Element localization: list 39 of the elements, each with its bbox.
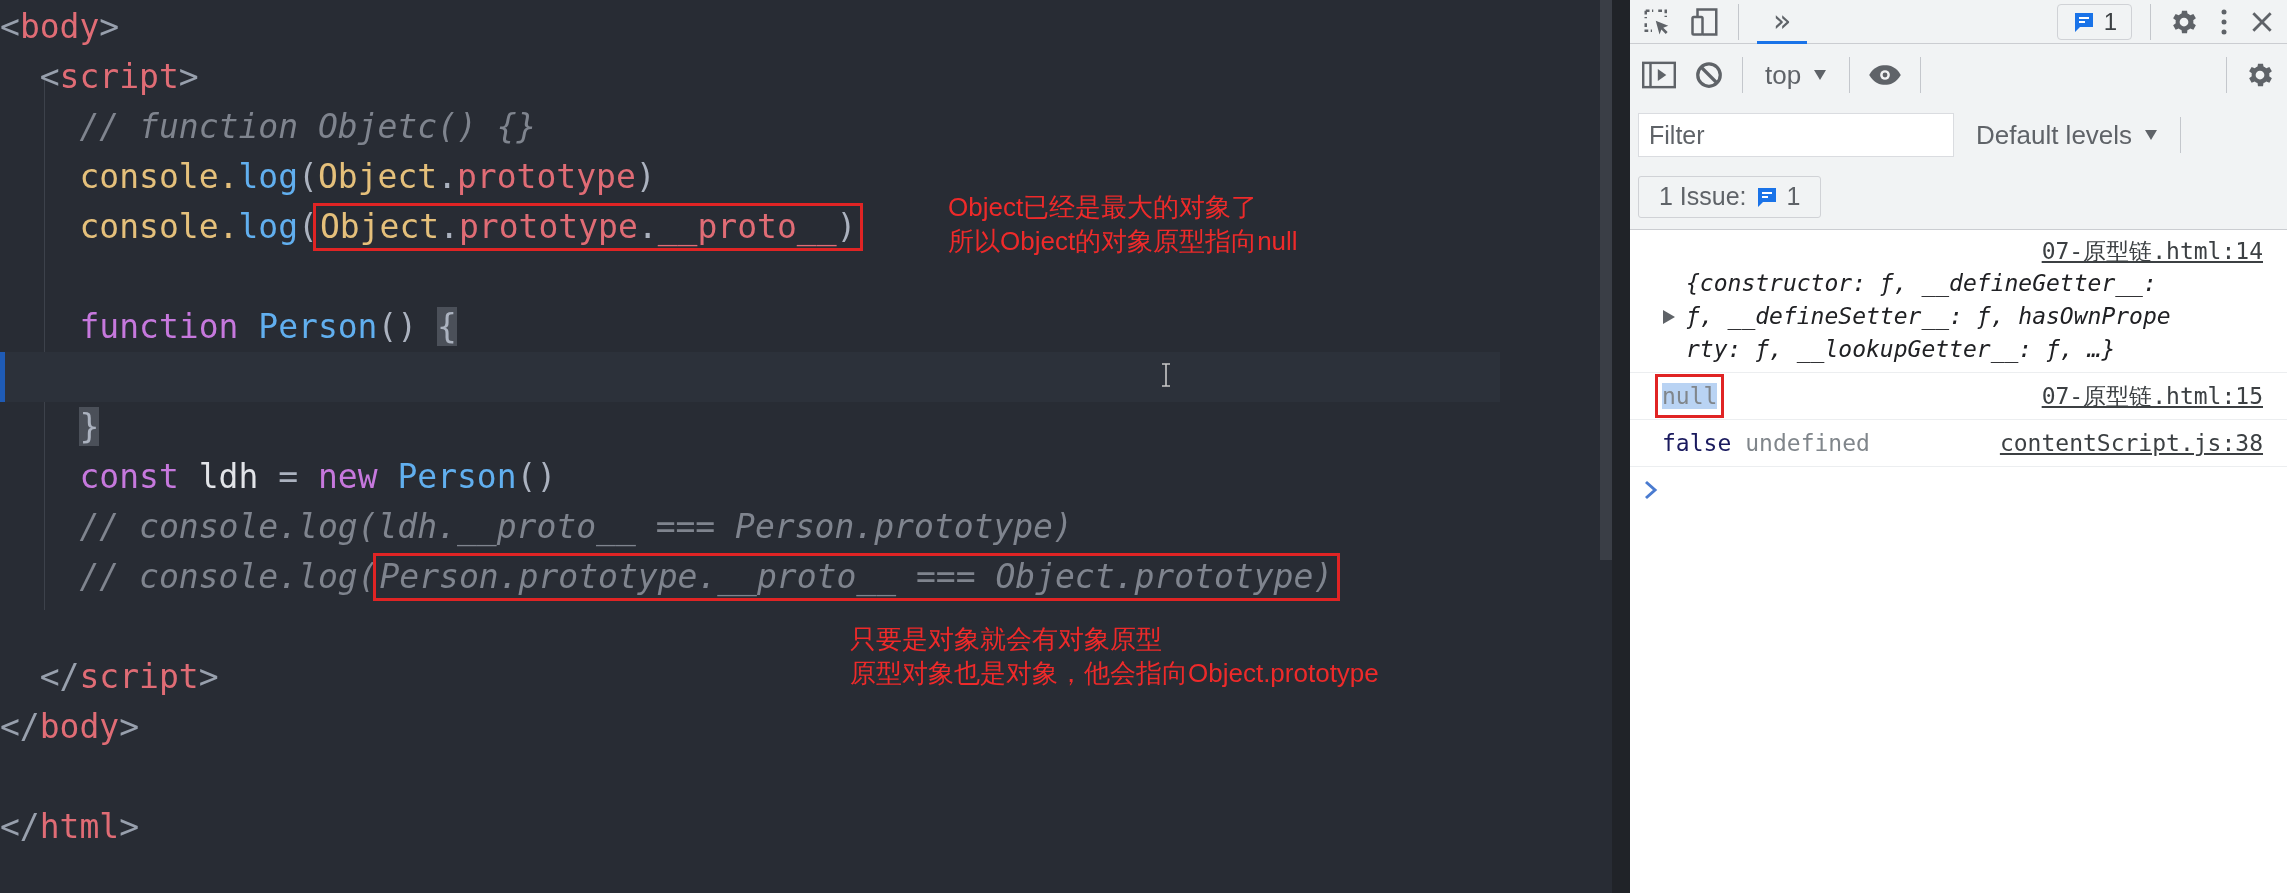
source-link[interactable]: 07-原型链.html:15 bbox=[2041, 380, 2263, 412]
marked-code: Object.prototype.__proto__) bbox=[315, 206, 861, 248]
issues-button[interactable]: 1 Issue: 1 bbox=[1638, 175, 1822, 218]
prompt-icon bbox=[1644, 480, 1658, 500]
log-value: false bbox=[1662, 430, 1732, 456]
code-text: } bbox=[78, 406, 100, 448]
code-text: // function Objetc() {} bbox=[78, 106, 537, 148]
code-text: console.log( bbox=[78, 206, 318, 248]
caret-icon bbox=[2144, 129, 2159, 141]
scrollbar[interactable] bbox=[1600, 0, 1612, 560]
caret-icon bbox=[1813, 69, 1828, 81]
code-text: </html> bbox=[0, 806, 140, 848]
code-text: // console.log( bbox=[78, 556, 378, 598]
expand-arrow-icon[interactable] bbox=[1662, 308, 1676, 325]
code-text: <body> bbox=[0, 6, 120, 48]
code-text: // console.log(ldh.__proto__ === Person.prototype) bbox=[78, 506, 1073, 548]
log-value: undefined bbox=[1745, 430, 1870, 456]
source-link[interactable]: 07-原型链.html:14 bbox=[2041, 236, 2263, 267]
code-text: console.log(Object.prototype) bbox=[78, 156, 656, 198]
code-text: </script> bbox=[38, 656, 219, 698]
filter-field[interactable]: Filter bbox=[1638, 113, 1954, 157]
eye-icon[interactable] bbox=[1868, 63, 1903, 87]
device-icon[interactable] bbox=[1690, 6, 1720, 37]
code-text: const ldh = new Person() bbox=[78, 456, 557, 498]
log-value: null bbox=[1662, 383, 1718, 409]
context-dropdown[interactable]: top bbox=[1761, 59, 1832, 91]
annotation-note: 只要是对象就会有对象原型 原型对象也是对象，他会指向Object.prototype bbox=[850, 623, 1379, 690]
code-text: function Person() { bbox=[78, 306, 457, 348]
text-cursor-icon bbox=[1160, 363, 1172, 387]
code-text: </body> bbox=[0, 706, 140, 748]
source-link[interactable]: contentScript.js:38 bbox=[1999, 430, 2263, 456]
log-value: {constructor: ƒ, __defineGetter__: ƒ, __defineSetter__: ƒ, hasOwnProperty: ƒ, __lookupGetter__: ƒ, …} bbox=[1685, 269, 2171, 365]
issues-badge[interactable]: 1 bbox=[2056, 3, 2132, 40]
levels-dropdown[interactable]: Default levels bbox=[1972, 119, 2163, 151]
marked-code: Person.prototype.__proto__ === Object.prototype) bbox=[375, 556, 1338, 598]
clear-console-icon[interactable] bbox=[1694, 60, 1724, 90]
sidebar-toggle-icon[interactable] bbox=[1642, 60, 1676, 90]
code-text: <script> bbox=[38, 56, 199, 98]
annotation-note: Object已经是最大的对象了 所以Object的对象原型指向null bbox=[948, 191, 1298, 258]
